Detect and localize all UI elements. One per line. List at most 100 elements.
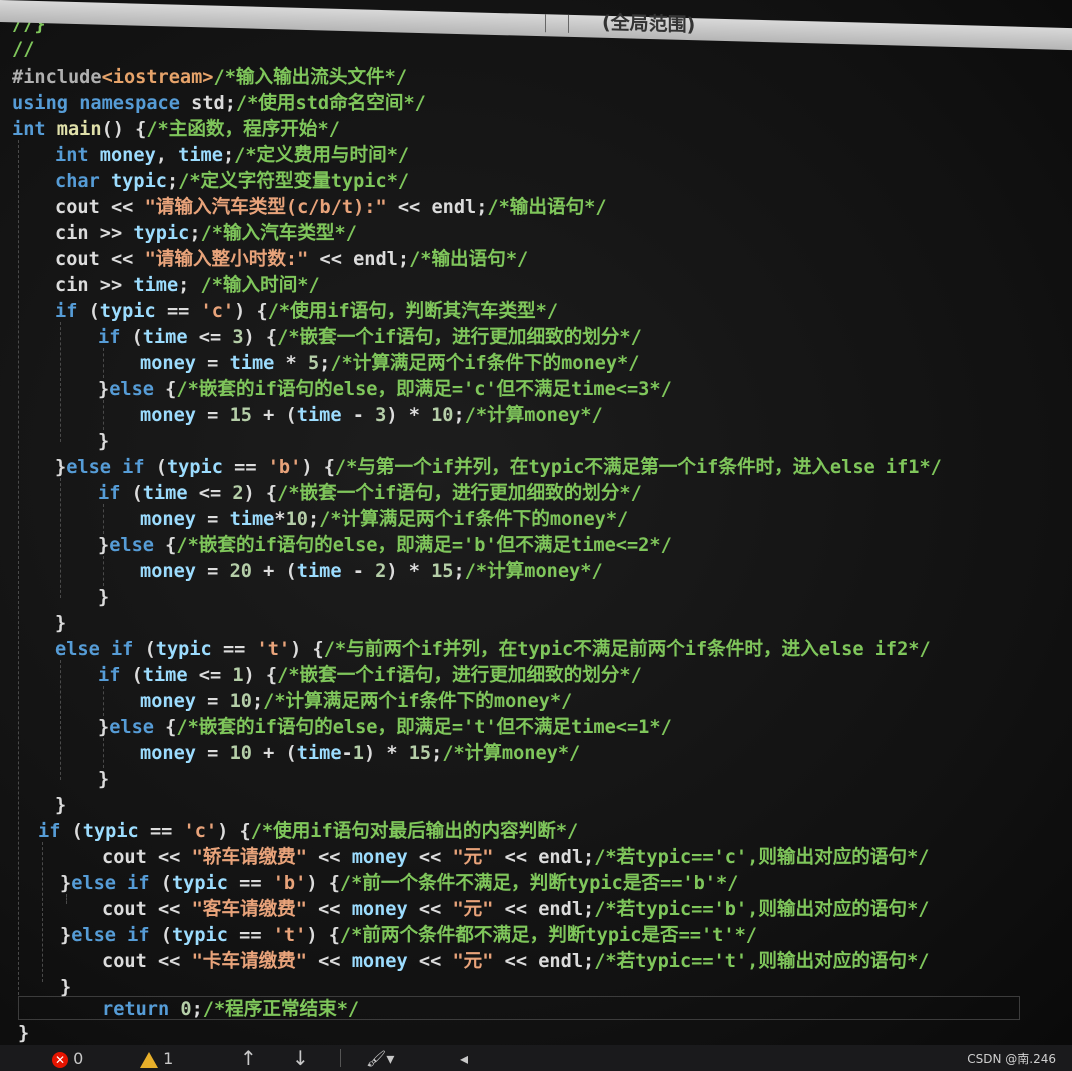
code-line: // xyxy=(12,40,34,60)
code-token: } xyxy=(98,587,110,608)
code-token: 10 xyxy=(431,405,454,426)
code-token: ( xyxy=(120,483,143,504)
code-token: == xyxy=(155,301,201,322)
code-token: else xyxy=(109,717,154,738)
code-token: time xyxy=(296,405,342,426)
code-editor[interactable]: //}//#include<iostream>/*输入输出流头文件*/using… xyxy=(0,0,1072,1045)
arrow-down-icon[interactable]: ↓ xyxy=(292,1046,309,1070)
code-token: { xyxy=(153,717,177,738)
indent-guide xyxy=(42,842,43,982)
code-token: } xyxy=(98,535,110,556)
code-token: ) * xyxy=(386,405,432,426)
code-line: cin >> typic;/*输入汽车类型*/ xyxy=(55,224,357,244)
code-line: if (time <= 1) {/*嵌套一个if语句，进行更加细致的划分*/ xyxy=(98,666,642,686)
code-token: /*若typic=='t',则输出对应的语句*/ xyxy=(594,951,930,972)
code-token: 1 xyxy=(232,665,244,686)
code-line: using namespace std;/*使用std命名空间*/ xyxy=(12,94,426,114)
code-token: ) { xyxy=(243,665,278,686)
code-token: ; xyxy=(178,275,201,296)
scope-dropdown[interactable]: (全局范围) xyxy=(602,8,695,37)
code-token: typic xyxy=(133,223,190,244)
arrow-up-icon[interactable]: ↑ xyxy=(240,1046,257,1070)
code-line: cout << "卡车请缴费" << money << "元" << endl;… xyxy=(102,952,929,972)
code-token: ) { xyxy=(234,301,268,322)
code-token: "卡车请缴费" xyxy=(191,951,307,972)
code-token: ) * xyxy=(363,743,409,764)
code-token: /*使用if语句，判断其汽车类型*/ xyxy=(267,301,559,322)
code-token: ; xyxy=(191,999,203,1020)
code-token: cout << xyxy=(102,847,192,868)
code-token: } xyxy=(60,925,72,946)
warning-count[interactable]: 1 xyxy=(140,1049,173,1068)
code-line: } xyxy=(98,432,109,452)
code-token: << endl; xyxy=(493,899,595,920)
separator xyxy=(568,14,569,33)
code-token: = xyxy=(195,405,230,426)
code-token: if xyxy=(98,327,121,348)
code-token: == xyxy=(227,873,273,894)
code-token: 1 xyxy=(352,743,364,764)
indent-guide xyxy=(103,504,104,534)
code-token: using xyxy=(12,93,68,114)
code-token: money xyxy=(351,847,408,868)
code-token: time xyxy=(142,665,188,686)
code-token: ) { xyxy=(243,327,278,348)
code-token: 'b' xyxy=(267,457,302,478)
code-cleanup-icon[interactable]: 🖌▾ xyxy=(366,1049,394,1068)
code-token: else if xyxy=(55,639,134,660)
code-token: /*输入汽车类型*/ xyxy=(200,223,357,244)
code-line: } xyxy=(98,770,109,790)
code-token: if xyxy=(98,665,121,686)
code-token: << endl; xyxy=(386,197,488,218)
code-token: time xyxy=(142,483,188,504)
warning-count-label: 1 xyxy=(163,1049,174,1068)
code-line: money = 10;/*计算满足两个if条件下的money*/ xyxy=(140,692,572,712)
code-token: << xyxy=(407,951,453,972)
code-token: 3 xyxy=(232,327,244,348)
code-token: /*程序正常结束*/ xyxy=(202,999,360,1020)
code-token: typic xyxy=(82,821,139,842)
code-line: }else {/*嵌套的if语句的else，即满足='c'但不满足time<=3… xyxy=(98,380,672,400)
code-line: if (typic == 'c') {/*使用if语句，判断其汽车类型*/ xyxy=(55,302,558,322)
code-token: <= xyxy=(187,327,233,348)
code-line: } xyxy=(60,978,71,998)
code-token: << xyxy=(407,899,453,920)
code-line: cout << "请输入汽车类型(c/b/t):" << endl;/*输出语句… xyxy=(55,198,607,218)
code-token: /*定义费用与时间*/ xyxy=(234,145,410,166)
code-token: <= xyxy=(187,483,233,504)
code-token: "轿车请缴费" xyxy=(191,847,307,868)
code-token: /*与第一个if并列，在typic不满足第一个if条件时，进入else if1*… xyxy=(334,457,942,478)
error-count[interactable]: ✕ 0 xyxy=(52,1049,83,1068)
code-token: time xyxy=(296,561,342,582)
code-token: } xyxy=(98,769,110,790)
code-token: /*前一个条件不满足，判断typic是否=='b'*/ xyxy=(339,873,739,894)
code-token: 10 xyxy=(285,509,308,530)
code-token: 15 xyxy=(408,743,432,764)
code-token: money xyxy=(351,899,408,920)
code-token: << endl; xyxy=(308,249,410,270)
code-token: typic xyxy=(166,457,223,478)
code-token: if xyxy=(38,821,61,842)
code-token: /*若typic=='b',则输出对应的语句*/ xyxy=(594,899,930,920)
code-token: = xyxy=(195,561,230,582)
code-token: return xyxy=(102,999,170,1020)
code-token: 15 xyxy=(431,561,454,582)
error-icon: ✕ xyxy=(52,1051,68,1068)
code-line: cout << "客车请缴费" << money << "元" << endl;… xyxy=(102,900,929,920)
code-token: money xyxy=(140,405,196,426)
code-token: == xyxy=(222,457,268,478)
scroll-left-icon[interactable]: ◂ xyxy=(460,1049,468,1068)
code-token: <= xyxy=(187,665,233,686)
code-token: 2 xyxy=(232,483,244,504)
code-token: } xyxy=(55,795,67,816)
code-token: << xyxy=(306,899,352,920)
code-token: + ( xyxy=(251,561,297,582)
code-token: typic xyxy=(171,925,228,946)
code-token: } xyxy=(98,717,110,738)
code-token: = xyxy=(195,691,230,712)
code-token: /*计算满足两个if条件下的money*/ xyxy=(330,353,640,374)
code-token: if xyxy=(55,301,78,322)
code-token: ) { xyxy=(243,483,278,504)
code-token: ( xyxy=(60,821,83,842)
code-token: << endl; xyxy=(493,847,595,868)
